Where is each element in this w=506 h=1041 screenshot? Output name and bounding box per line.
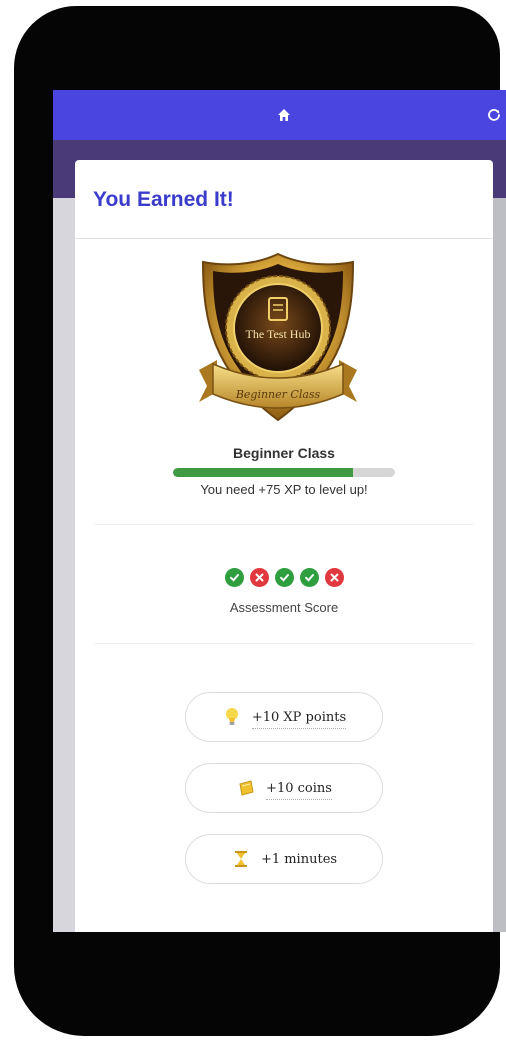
section-divider (95, 524, 473, 525)
coins-icon (236, 777, 256, 799)
cross-icon (324, 568, 344, 587)
level-badge: The Test Hub Beginner Class (193, 252, 363, 428)
refresh-button[interactable] (483, 104, 505, 126)
backdrop-right (492, 198, 506, 932)
reward-coins[interactable]: +10 coins (185, 763, 383, 813)
reward-minutes[interactable]: +1 minutes (185, 834, 383, 884)
assessment-label: Assessment Score (229, 600, 339, 615)
reward-label: +1 minutes (260, 851, 338, 867)
backdrop-left (53, 198, 75, 932)
phone-frame: You Earned It! The Test Hub Beginner Cla… (14, 6, 506, 1036)
home-button[interactable] (273, 104, 295, 126)
badge-shield-icon: The Test Hub Beginner Class (199, 252, 357, 422)
check-icon (224, 568, 244, 587)
lightbulb-icon (222, 706, 242, 728)
xp-progress-fill (173, 468, 353, 477)
level-up-message: You need +75 XP to level up! (200, 482, 368, 497)
app-screen: You Earned It! The Test Hub Beginner Cla… (53, 90, 506, 932)
assessment-results (75, 568, 493, 587)
dialog-title: You Earned It! (93, 188, 234, 211)
cross-icon (249, 568, 269, 587)
home-icon (278, 109, 290, 121)
svg-text:The Test Hub: The Test Hub (246, 327, 311, 341)
level-name: Beginner Class (233, 445, 335, 461)
hourglass-icon (231, 848, 251, 870)
reward-dialog: You Earned It! The Test Hub Beginner Cla… (75, 160, 493, 932)
refresh-icon (488, 109, 500, 121)
check-icon (274, 568, 294, 587)
reward-label: +10 coins (266, 780, 332, 800)
check-icon (299, 568, 319, 587)
title-divider (75, 238, 493, 239)
reward-xp-points[interactable]: +10 XP points (185, 692, 383, 742)
section-divider (95, 643, 473, 644)
reward-label: +10 XP points (251, 709, 347, 729)
svg-text:Beginner Class: Beginner Class (235, 388, 321, 401)
top-app-bar (53, 90, 506, 140)
xp-progress-bar (173, 468, 395, 477)
